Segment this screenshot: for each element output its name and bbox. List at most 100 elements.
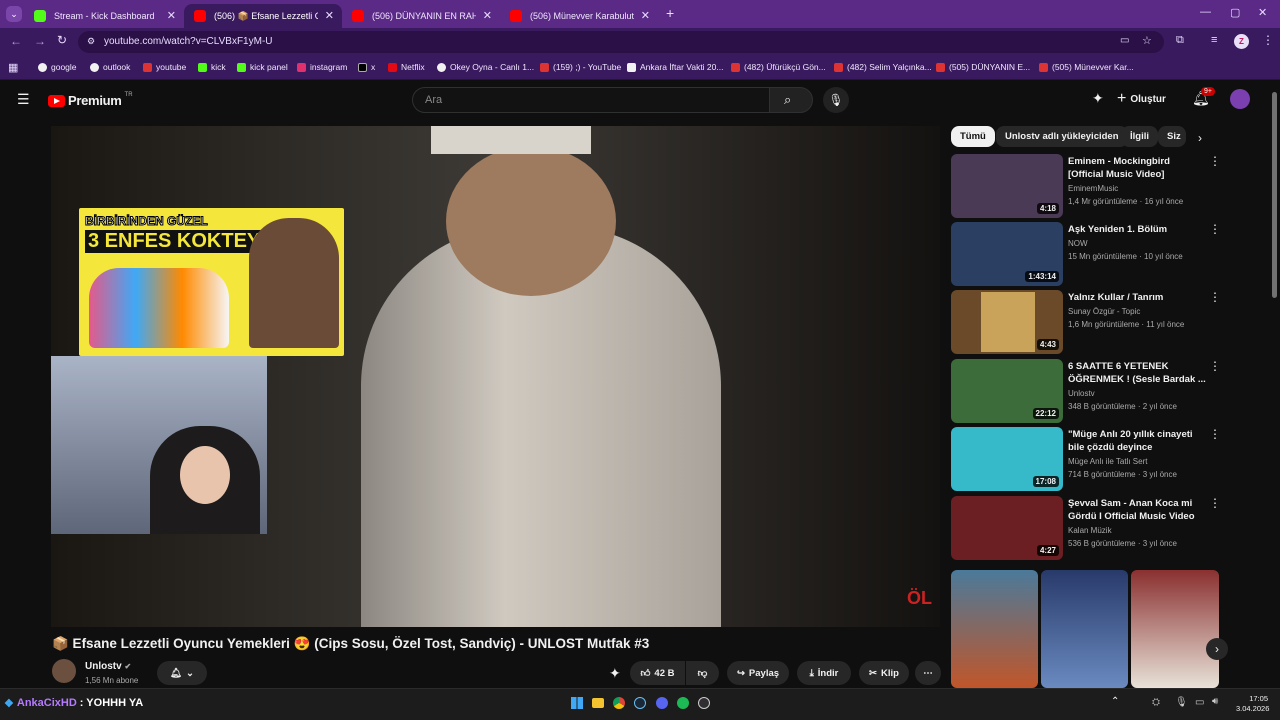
video-player[interactable]: BİRBİRİNDEN GÜZEL 3 ENFES KOKTEYL ÖL [51,126,940,627]
chrome-icon[interactable] [613,697,625,709]
shorts-next-button[interactable]: › [1206,638,1228,660]
chevron-right-icon[interactable]: › [1198,131,1202,145]
spotify-icon[interactable] [677,697,689,709]
extensions-icon[interactable]: ⧉ [1176,34,1184,47]
bookmark-selim[interactable]: (482) Selim Yalçınka... [834,62,932,72]
rec-title: Eminem - Mockingbird [Official Music Vid… [1068,156,1170,180]
recommendation-item[interactable]: 1:43:14 Aşk Yeniden 1. Bölüm NOW 15 Mn g… [951,222,1221,286]
subscribe-bell-button[interactable]: 🔔︎ ⌄ [157,661,207,685]
more-icon[interactable]: ⋮ [1209,222,1221,236]
cast-icon[interactable]: ▭ [1120,35,1129,46]
bookmark-star-icon[interactable]: ☆ [1142,34,1152,47]
bookmark-instagram[interactable]: instagram [297,62,347,72]
bookmark-ufurukcu[interactable]: (482) Üfürükçü Gön... [731,62,826,72]
tray-chevron-icon[interactable]: ⌃ [1111,696,1119,707]
notification-count: 9+ [1201,87,1215,96]
youtube-logo[interactable]: Premium TR [48,92,133,108]
reading-list-icon[interactable]: ≡ [1211,34,1217,46]
tab-search-button[interactable]: ⌄ [6,6,22,22]
shorts-thumbnail[interactable] [1131,570,1219,688]
site-info-icon[interactable]: ⚙ [87,36,95,47]
recommendation-item[interactable]: 17:08 "Müge Anlı 20 yıllık cinayeti bile… [951,427,1221,491]
share-button[interactable]: ↪ Paylaş [727,661,789,685]
minimize-button[interactable]: — [1200,6,1211,18]
close-icon[interactable]: ✕ [325,9,334,22]
apps-grid-icon[interactable]: ▦ [8,61,18,74]
recommendation-item[interactable]: 4:43 Yalnız Kullar / Tanrım Sunay Özgür … [951,290,1221,354]
forward-icon[interactable]: → [34,34,46,48]
clock[interactable]: 17:05 3.04.2026 [1236,694,1269,714]
recommendation-item[interactable]: 4:27 Şevval Sam - Anan Koca mi Gördü I O… [951,496,1221,560]
channel-avatar[interactable] [52,659,76,683]
close-icon[interactable]: ✕ [483,9,492,22]
mic-tray-icon[interactable]: 🎙 [1175,697,1188,708]
page-scrollbar[interactable] [1272,92,1277,298]
more-icon[interactable]: ⋮ [1209,290,1221,304]
volume-tray-icon[interactable]: 🔊︎ [1212,696,1218,707]
search-input[interactable]: Ara [412,87,770,113]
chip-all[interactable]: Tümü [951,126,995,147]
discord-icon[interactable] [656,697,668,709]
bookmark-iftar[interactable]: Ankara İftar Vakti 20... [627,62,723,72]
voice-search-button[interactable]: 🎙 [823,87,849,113]
chip-related[interactable]: İlgili [1121,126,1158,147]
shorts-thumbnail[interactable] [951,570,1038,688]
rec-channel: Müge Anlı ile Tatlı Sert [1068,457,1148,466]
bookmark-google[interactable]: google [38,62,77,72]
maximize-button[interactable]: ▢ [1230,6,1240,19]
profile-avatar[interactable]: Z [1234,34,1249,49]
bookmark-youtube-159[interactable]: (159) ;) - YouTube [540,62,621,72]
bookmark-kick-panel[interactable]: kick panel [237,62,288,72]
tab-kick-dashboard[interactable]: Stream - Kick Dashboard ✕ [24,4,184,28]
display-tray-icon[interactable]: ▭ [1195,697,1204,708]
bookmark-netflix[interactable]: Netflix [388,62,425,72]
spark-icon[interactable]: ✦ [1092,90,1104,107]
bookmark-kick[interactable]: kick [198,62,226,72]
close-window-button[interactable]: ✕ [1258,6,1267,19]
recommendation-item[interactable]: 22:12 6 SAATTE 6 YETENEK ÖĞRENMEK ! (Ses… [951,359,1221,423]
bookmark-youtube[interactable]: youtube [143,62,186,72]
create-button[interactable]: + Oluştur [1117,88,1166,110]
search-button[interactable]: ⌕ [769,87,813,113]
bookmark-dunyanin[interactable]: (505) DÜNYANIN E... [936,62,1030,72]
close-icon[interactable]: ✕ [641,9,650,22]
address-bar[interactable]: ⚙ youtube.com/watch?v=CLVBxF1yM-U ▭ ☆ [78,31,1164,53]
back-icon[interactable]: ← [10,34,22,48]
spark-icon[interactable]: ✦ [609,665,621,682]
file-explorer-icon[interactable] [592,698,604,708]
search-icon: ⌕ [784,92,792,107]
steam-icon[interactable] [634,697,646,709]
more-actions-button[interactable]: ⋯ [915,661,941,685]
more-icon[interactable]: ⋮ [1209,359,1221,373]
tab-active-video[interactable]: (506) 📦 Efsane Lezzetli Oyuncu ✕ [184,4,342,28]
notifications-button[interactable]: 🔔︎ 9+ [1192,87,1215,108]
tab-munevver[interactable]: (506) Münevver Karabulut Cinay ✕ [500,4,658,28]
more-icon[interactable]: ⋮ [1209,496,1221,510]
tab-dunyanin[interactable]: (506) DÜNYANIN EN RAHATSIZ ✕ [342,4,500,28]
obs-icon[interactable] [698,697,710,709]
rec-meta: 1,4 Mr görüntüleme · 16 yıl önce [1068,197,1184,206]
chip-for-you[interactable]: Siz [1158,126,1186,147]
steam-tray-icon[interactable]: ⛭ [1152,697,1160,708]
hamburger-menu-icon[interactable]: ☰ [17,91,30,108]
close-icon[interactable]: ✕ [167,9,176,22]
account-avatar[interactable] [1230,89,1250,109]
recommendation-item[interactable]: 4:18 Eminem - Mockingbird [Official Musi… [951,154,1221,218]
bookmark-munevver[interactable]: (505) Münevver Kar... [1039,62,1134,72]
channel-name[interactable]: Unlostv ✔ [85,661,131,672]
bookmark-okey[interactable]: Okey Oyna - Canlı 1... [437,62,534,72]
browser-menu-icon[interactable]: ⋮ [1262,33,1274,47]
bookmark-x[interactable]: x [358,62,375,72]
reload-icon[interactable]: ↻ [57,33,67,47]
windows-start-icon[interactable] [571,697,583,709]
chip-from-uploader[interactable]: Unlostv adlı yükleyiciden [996,126,1128,147]
dislike-button[interactable]: 👎︎ [686,661,719,685]
like-button[interactable]: 👍︎ 42 B [630,661,685,685]
clip-button[interactable]: ✂ Klip [859,661,909,685]
more-icon[interactable]: ⋮ [1209,427,1221,441]
bookmark-outlook[interactable]: outlook [90,62,130,72]
more-icon[interactable]: ⋮ [1209,154,1221,168]
download-button[interactable]: ⤓ İndir [797,661,851,685]
shorts-thumbnail[interactable] [1041,570,1128,688]
new-tab-button[interactable]: + [666,5,674,21]
